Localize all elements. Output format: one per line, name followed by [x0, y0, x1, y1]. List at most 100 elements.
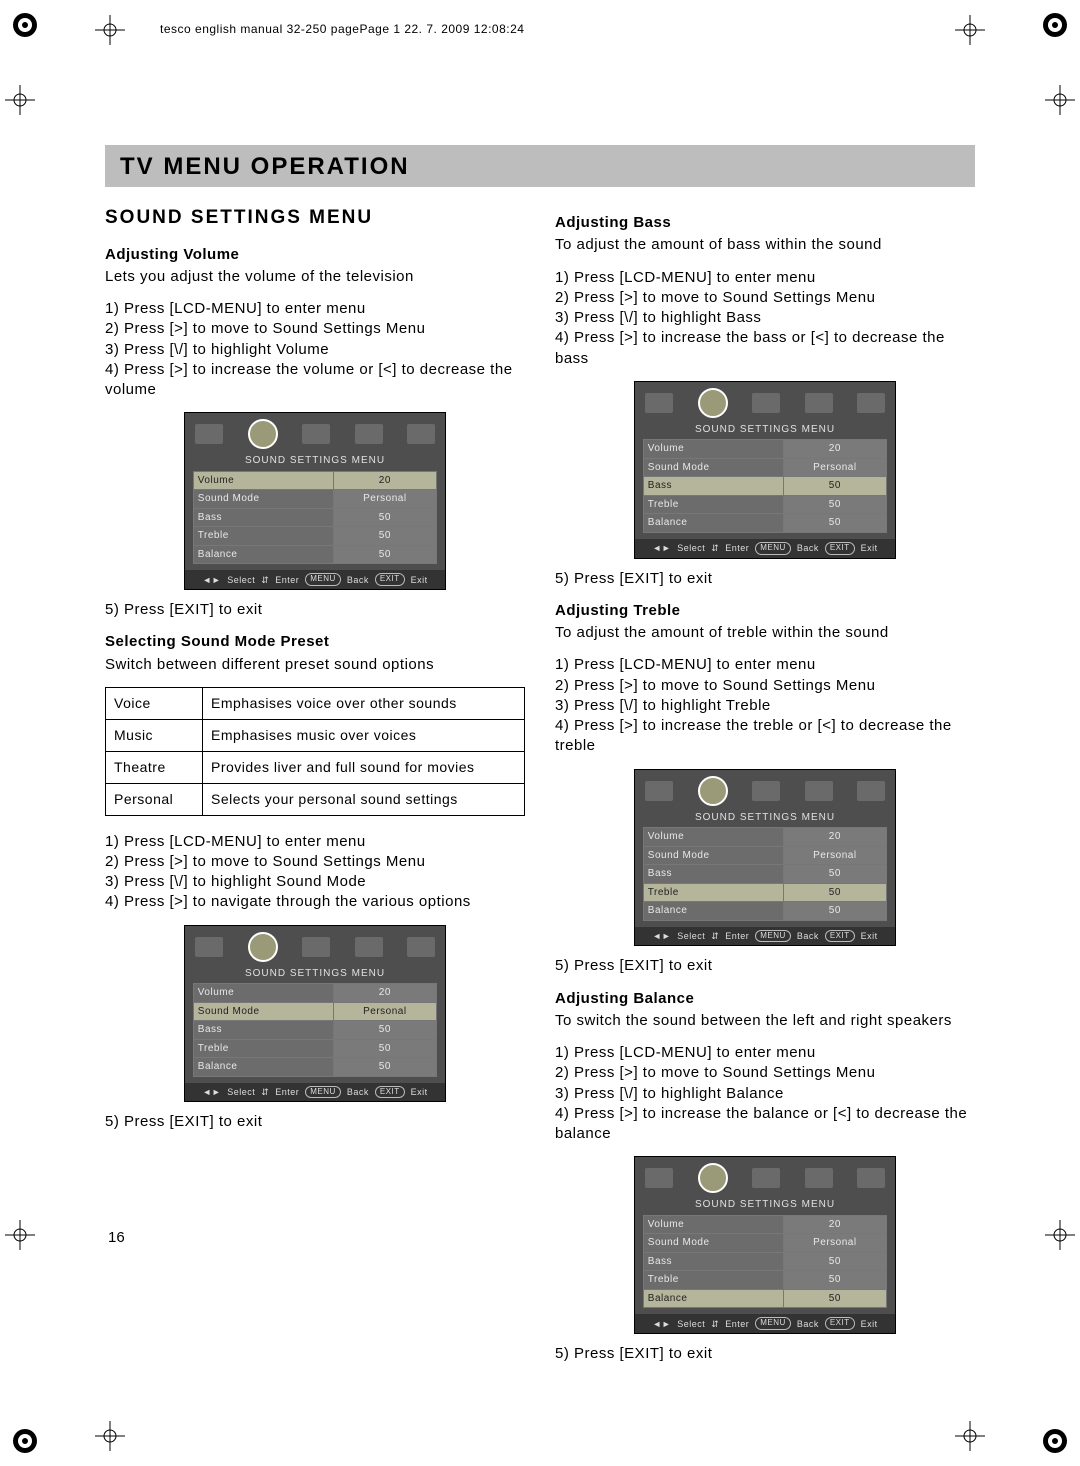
menu-row-value: 50	[783, 477, 887, 496]
menu-row-value: 50	[783, 1271, 887, 1290]
menu-row-value: 20	[783, 1215, 887, 1234]
footer-arrows-icon: ◄►	[652, 930, 671, 942]
menu-row-label: Balance	[643, 902, 783, 921]
menu-row-label: Treble	[643, 495, 783, 514]
menu-footer: ◄►Select⇵EnterMENUBackEXITExit	[635, 539, 895, 558]
footer-exit-pill: EXIT	[825, 1317, 855, 1330]
menu-icon-row	[185, 413, 445, 451]
menu-row-label: Sound Mode	[193, 1002, 333, 1021]
footer-arrows-icon: ◄►	[202, 1086, 221, 1098]
menu-title: SOUND SETTINGS MENU	[185, 451, 445, 471]
menu-tab-icon	[407, 424, 435, 444]
menu-row-label: Bass	[193, 508, 333, 527]
page-content: Tv Menu Operation Sound Settings Menu Ad…	[105, 145, 975, 1376]
crosshair-icon	[5, 1220, 35, 1250]
footer-updown-icon: ⇵	[711, 930, 719, 942]
menu-row-label: Treble	[643, 883, 783, 902]
preset-row: PersonalSelects your personal sound sett…	[106, 783, 525, 815]
menu-icon-row	[635, 1157, 895, 1195]
bass-exit: 5) Press [EXIT] to exit	[555, 569, 975, 589]
menu-tab-icon	[302, 937, 330, 957]
menu-row-value: 50	[783, 514, 887, 533]
menu-tab-sound-icon	[698, 388, 728, 418]
menu-row-label: Bass	[193, 1021, 333, 1040]
menu-tab-icon	[752, 781, 780, 801]
footer-arrows-icon: ◄►	[202, 574, 221, 586]
footer-updown-icon: ⇵	[261, 574, 269, 586]
preset-desc: Emphasises music over voices	[203, 719, 525, 751]
preset-name: Theatre	[106, 751, 203, 783]
tv-menu-screenshot-treble: SOUND SETTINGS MENUVolume20Sound ModePer…	[634, 769, 896, 947]
menu-tab-sound-icon	[698, 776, 728, 806]
treble-h: Adjusting Treble	[555, 601, 975, 621]
menu-tab-icon	[195, 937, 223, 957]
registration-mark-icon	[1040, 10, 1070, 40]
menu-row-value: 20	[783, 828, 887, 847]
crosshair-icon	[955, 15, 985, 45]
menu-footer: ◄►Select⇵EnterMENUBackEXITExit	[185, 570, 445, 589]
menu-row-label: Treble	[193, 1039, 333, 1058]
menu-row-value: 50	[783, 902, 887, 921]
menu-icon-row	[635, 770, 895, 808]
menu-row-value: Personal	[783, 1234, 887, 1253]
tv-menu-screenshot-bass: SOUND SETTINGS MENUVolume20Sound ModePer…	[634, 381, 896, 559]
volume-exit: 5) Press [EXIT] to exit	[105, 600, 525, 620]
menu-row-value: 50	[333, 508, 437, 527]
crosshair-icon	[95, 1421, 125, 1451]
menu-row-label: Volume	[193, 471, 333, 490]
menu-tab-icon	[857, 393, 885, 413]
menu-row-label: Treble	[193, 527, 333, 546]
menu-row-label: Bass	[643, 1252, 783, 1271]
menu-footer: ◄►Select⇵EnterMENUBackEXITExit	[635, 1314, 895, 1333]
menu-table: Volume20Sound ModePersonalBass50Treble50…	[193, 471, 437, 565]
tv-menu-screenshot-balance: SOUND SETTINGS MENUVolume20Sound ModePer…	[634, 1156, 896, 1334]
menu-tab-icon	[805, 1168, 833, 1188]
menu-row-value: 50	[333, 1058, 437, 1077]
registration-mark-icon	[10, 10, 40, 40]
menu-row-value: 20	[333, 984, 437, 1003]
adjusting-volume-steps: 1) Press [LCD-MENU] to enter menu 2) Pre…	[105, 299, 525, 400]
preset-desc: Selects your personal sound settings	[203, 783, 525, 815]
page-number: 16	[108, 1229, 125, 1246]
menu-title: SOUND SETTINGS MENU	[185, 964, 445, 984]
preset-desc: Provides liver and full sound for movies	[203, 751, 525, 783]
menu-row-value: Personal	[783, 458, 887, 477]
menu-tab-icon	[805, 781, 833, 801]
sound-mode-steps: 1) Press [LCD-MENU] to enter menu 2) Pre…	[105, 832, 525, 913]
menu-row-value: Personal	[333, 490, 437, 509]
treble-exit: 5) Press [EXIT] to exit	[555, 956, 975, 976]
bass-h: Adjusting Bass	[555, 213, 975, 233]
menu-title: SOUND SETTINGS MENU	[635, 808, 895, 828]
crosshair-icon	[1045, 85, 1075, 115]
footer-menu-pill: MENU	[305, 1086, 341, 1099]
section-titlebar: Tv Menu Operation	[105, 145, 975, 187]
footer-updown-icon: ⇵	[711, 1318, 719, 1330]
menu-icon-row	[635, 382, 895, 420]
menu-row-value: 50	[333, 527, 437, 546]
preset-row: TheatreProvides liver and full sound for…	[106, 751, 525, 783]
menu-tab-icon	[645, 393, 673, 413]
menu-row-value: 50	[783, 883, 887, 902]
preset-table-body: VoiceEmphasises voice over other soundsM…	[106, 687, 525, 815]
treble-steps: 1) Press [LCD-MENU] to enter menu 2) Pre…	[555, 655, 975, 756]
menu-row-label: Balance	[643, 514, 783, 533]
bass-desc: To adjust the amount of bass within the …	[555, 235, 975, 255]
menu-row-label: Treble	[643, 1271, 783, 1290]
footer-arrows-icon: ◄►	[652, 1318, 671, 1330]
menu-title: SOUND SETTINGS MENU	[635, 1195, 895, 1215]
menu-tab-icon	[752, 393, 780, 413]
menu-row-value: 20	[333, 471, 437, 490]
left-column: Sound Settings Menu Adjusting Volume Let…	[105, 205, 525, 1376]
menu-row-value: 50	[783, 865, 887, 884]
menu-row-value: 50	[783, 1252, 887, 1271]
menu-tab-sound-icon	[248, 419, 278, 449]
menu-row-label: Sound Mode	[643, 1234, 783, 1253]
menu-row-label: Sound Mode	[193, 490, 333, 509]
treble-desc: To adjust the amount of treble within th…	[555, 623, 975, 643]
footer-menu-pill: MENU	[755, 542, 791, 555]
menu-icon-row	[185, 926, 445, 964]
crosshair-icon	[955, 1421, 985, 1451]
sound-mode-desc: Switch between different preset sound op…	[105, 655, 525, 675]
preset-name: Voice	[106, 687, 203, 719]
footer-exit-pill: EXIT	[375, 1086, 405, 1099]
